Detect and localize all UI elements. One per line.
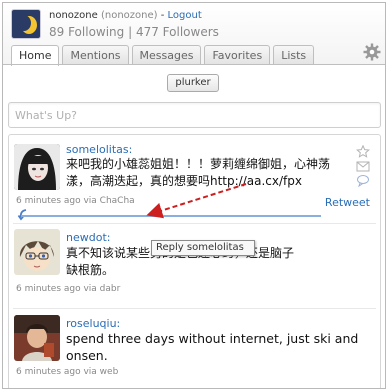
user-handle: (nonozone) — [100, 10, 158, 21]
post-text: spend three days without internet, just … — [66, 331, 359, 363]
timeline-item: somelolitas: 来吧我的小雄蕊姐姐！！！萝莉缠绵御姐，心神荡漾，高潮迭… — [9, 135, 380, 223]
header: nonozone (nonozone) - Logout 89 Followin… — [3, 3, 385, 66]
logout-link[interactable]: Logout — [168, 10, 202, 21]
gear-icon[interactable] — [363, 43, 381, 61]
tab-divider — [3, 64, 385, 65]
timeline: somelolitas: 来吧我的小雄蕊姐姐！！！萝莉缠绵御姐，心神荡漾，高潮迭… — [8, 134, 381, 388]
user-line: nonozone (nonozone) - Logout — [49, 10, 202, 21]
tab-lists[interactable]: Lists — [273, 45, 315, 65]
follow-stats: 89 Following | 477 Followers — [49, 25, 219, 39]
mail-icon[interactable] — [356, 160, 370, 173]
timeline-item: newdot: 真不知该说某些男的是色迷心窍，还是脑子缺根筋。 6 minute… — [9, 224, 380, 310]
tab-favorites[interactable]: Favorites — [204, 45, 271, 65]
avatar[interactable] — [14, 229, 60, 275]
post-meta: 6 minutes ago via web — [16, 367, 119, 377]
avatar-cartoon — [14, 229, 60, 275]
compose-input[interactable]: What's Up? — [8, 102, 381, 128]
author-name[interactable]: newdot: — [66, 231, 110, 244]
tab-home[interactable]: Home — [11, 45, 60, 66]
avatar[interactable] — [14, 144, 60, 190]
reply-bar[interactable] — [21, 215, 321, 217]
tab-mentions[interactable]: Mentions — [62, 45, 129, 65]
avatar[interactable] — [14, 315, 60, 361]
tab-messages[interactable]: Messages — [131, 45, 202, 65]
separator: - — [157, 10, 168, 21]
post-text: 来吧我的小雄蕊姐姐！！！萝莉缠绵御姐，心神荡漾，高潮迭起，真的想要吗http:/… — [66, 157, 331, 188]
plurker-button[interactable]: plurker — [167, 74, 219, 92]
plurker-window: nonozone (nonozone) - Logout 89 Followin… — [2, 2, 386, 389]
reply-bubble-icon[interactable] — [356, 174, 370, 187]
author-name[interactable]: roseluqiu: — [66, 317, 120, 330]
avatar-photo — [14, 144, 60, 190]
tab-bar: Home Mentions Messages Favorites Lists — [11, 45, 315, 66]
username: nonozone — [49, 10, 98, 21]
avatar-photo — [14, 315, 60, 361]
retweet-link[interactable]: Retweet — [325, 196, 370, 209]
user-avatar[interactable] — [11, 9, 41, 39]
author-name[interactable]: somelolitas: — [66, 143, 132, 156]
timeline-item: roseluqiu: spend three days without inte… — [9, 309, 380, 388]
star-icon[interactable] — [356, 145, 370, 158]
post-meta: 6 minutes ago via ChaCha — [16, 196, 135, 206]
reply-tooltip: Reply somelolitas — [151, 240, 255, 256]
post-meta: 6 minutes ago via dabr — [16, 284, 121, 294]
